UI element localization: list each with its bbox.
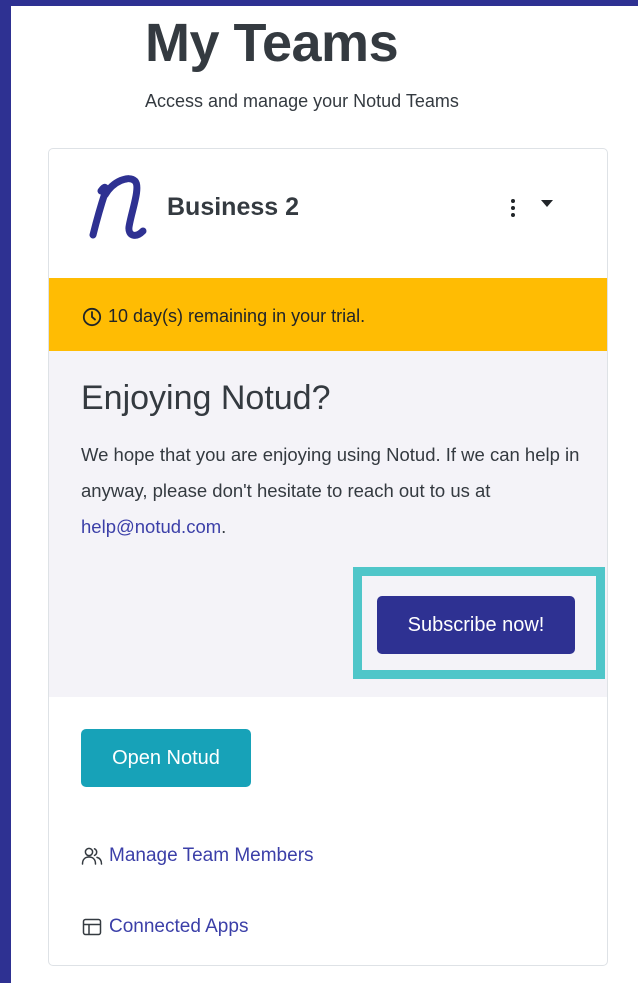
users-icon bbox=[81, 847, 103, 865]
open-notud-button[interactable]: Open Notud bbox=[81, 729, 251, 787]
notud-logo-icon bbox=[89, 175, 147, 239]
connected-apps-row[interactable]: Connected Apps bbox=[81, 916, 248, 938]
help-email-link[interactable]: help@notud.com bbox=[81, 516, 221, 537]
page-title: My Teams bbox=[145, 13, 399, 73]
page-subtitle: Access and manage your Notud Teams bbox=[145, 91, 459, 111]
caret-down-icon[interactable] bbox=[541, 200, 553, 207]
promo-body: We hope that you are enjoying using Notu… bbox=[81, 437, 581, 545]
manage-members-row[interactable]: Manage Team Members bbox=[81, 845, 314, 867]
manage-team-members-link[interactable]: Manage Team Members bbox=[109, 845, 314, 867]
promo-body-end: . bbox=[221, 516, 227, 537]
trial-banner: 10 day(s) remaining in your trial. bbox=[49, 278, 607, 351]
clock-icon bbox=[82, 307, 102, 327]
frame-top-border bbox=[0, 0, 638, 6]
promo-heading: Enjoying Notud? bbox=[81, 379, 331, 417]
kebab-menu-icon[interactable] bbox=[504, 196, 522, 222]
subscribe-button[interactable]: Subscribe now! bbox=[377, 596, 575, 654]
connected-apps-link[interactable]: Connected Apps bbox=[109, 916, 248, 938]
layout-icon bbox=[82, 918, 102, 936]
promo-body-text: We hope that you are enjoying using Notu… bbox=[81, 444, 580, 501]
frame-left-border bbox=[0, 0, 11, 983]
team-name: Business 2 bbox=[167, 193, 300, 221]
promo-section: Enjoying Notud? We hope that you are enj… bbox=[49, 351, 607, 697]
team-card-header: Business 2 bbox=[49, 149, 607, 278]
team-card: Business 2 10 day(s) remaining in your t… bbox=[48, 148, 608, 966]
trial-message: 10 day(s) remaining in your trial. bbox=[108, 306, 366, 326]
